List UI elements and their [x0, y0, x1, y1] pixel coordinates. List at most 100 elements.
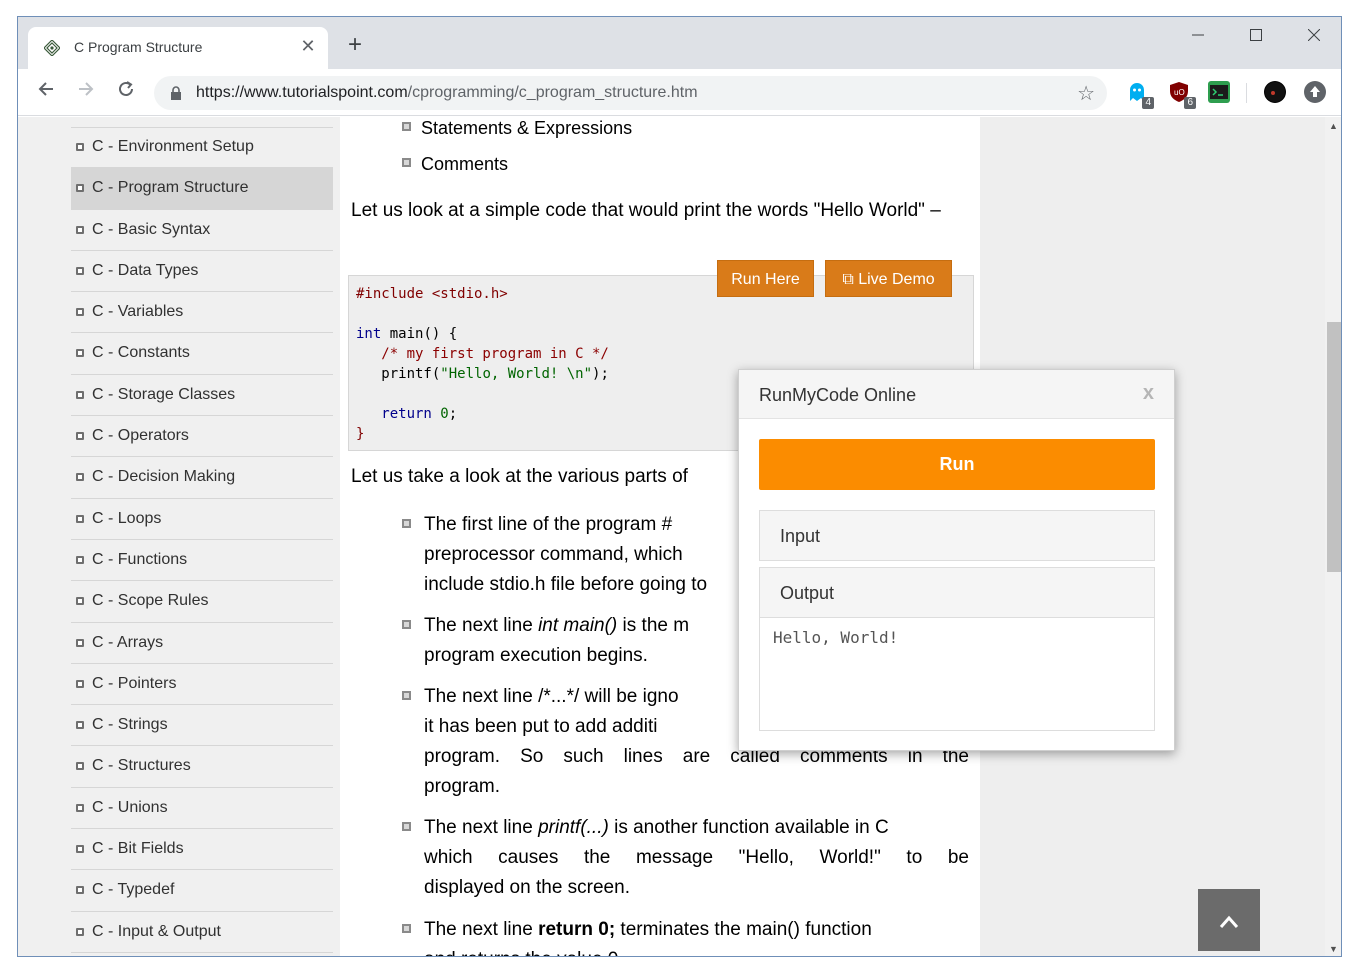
bullet-icon: [76, 927, 84, 936]
bullet-icon: [402, 158, 411, 167]
sidebar-item-arrays[interactable]: C - Arrays: [71, 623, 333, 664]
run-button[interactable]: Run: [759, 439, 1155, 490]
scroll-up-icon[interactable]: ▲: [1329, 121, 1338, 131]
close-window-button[interactable]: [1294, 25, 1334, 49]
code-token: #include: [356, 286, 432, 302]
profile-avatar[interactable]: [1264, 81, 1286, 103]
sidebar-item-label: C - Functions: [92, 550, 188, 568]
code-inline: printf(...): [538, 817, 609, 838]
code-token: }: [356, 426, 365, 442]
list-item-text: The next line int main() is the m: [424, 611, 689, 641]
runmycode-popup: RunMyCode Online x Run Input Output Hell…: [738, 369, 1175, 751]
back-button[interactable]: [34, 80, 58, 104]
sidebar-item-label: C - Typedef: [92, 881, 175, 899]
sidebar-item-label: C - Input & Output: [92, 922, 221, 940]
sidebar-item-data-types[interactable]: C - Data Types: [71, 251, 333, 293]
reload-button[interactable]: [114, 80, 138, 104]
code-token: "Hello, World! \n": [440, 366, 593, 382]
sidebar-item-loops[interactable]: C - Loops: [71, 499, 333, 540]
svg-text:uO: uO: [1174, 88, 1185, 97]
text-run: The next line: [424, 817, 539, 838]
terminal-extension-icon[interactable]: [1208, 81, 1230, 103]
url-domain: https://www.tutorialspoint.com: [196, 84, 408, 101]
sidebar-item-functions[interactable]: C - Functions: [71, 540, 333, 582]
bullet-icon: [402, 519, 411, 528]
reload-icon: [119, 81, 133, 96]
url-path: /cprogramming/c_program_structure.htm: [407, 84, 698, 101]
run-here-button[interactable]: Run Here: [717, 260, 814, 297]
sidebar-item-label: C - Scope Rules: [92, 592, 209, 610]
sidebar-item-input-output[interactable]: C - Input & Output: [71, 912, 333, 953]
minimize-icon: [1192, 34, 1204, 36]
sidebar-item-label: C - Environment Setup: [92, 138, 254, 155]
update-button[interactable]: [1304, 81, 1326, 103]
tutorialspoint-favicon-icon: [44, 40, 60, 56]
bullet-icon: [76, 762, 84, 771]
sidebar-item-variables[interactable]: C - Variables: [71, 292, 333, 334]
list-item-text: The first line of the program #: [424, 514, 673, 535]
page-scrollbar[interactable]: ▲ ▼: [1325, 117, 1341, 956]
ghostery-extension-icon[interactable]: 4: [1126, 81, 1154, 109]
sidebar-item-scope-rules[interactable]: C - Scope Rules: [71, 581, 333, 623]
sidebar-list: C - Environment Setup C - Program Struct…: [71, 127, 333, 953]
ublock-extension-icon[interactable]: uO 6: [1168, 81, 1196, 109]
bullet-icon: [76, 308, 84, 317]
sidebar-item-constants[interactable]: C - Constants: [71, 333, 333, 375]
page-viewport: C - Environment Setup C - Program Struct…: [18, 117, 1341, 956]
text-run: The next line: [424, 919, 539, 940]
list-item-text: The next line printf(...) is another fun…: [424, 813, 889, 843]
output-textarea[interactable]: Hello, World!: [759, 617, 1155, 731]
bookmark-star-icon[interactable]: ☆: [1077, 81, 1095, 106]
tab-close-icon[interactable]: ✕: [298, 36, 318, 56]
sidebar-item-typedef[interactable]: C - Typedef: [71, 870, 333, 912]
minimize-button[interactable]: [1178, 25, 1218, 49]
popup-close-button[interactable]: x: [1143, 382, 1154, 405]
bullet-icon: [402, 822, 411, 831]
sidebar-item-structures[interactable]: C - Structures: [71, 746, 333, 788]
intro-paragraph: Let us look at a simple code that would …: [351, 200, 941, 221]
back-to-top-button[interactable]: [1198, 889, 1260, 951]
list-item-text: and returns the value 0.: [424, 945, 624, 956]
sidebar-item-label: C - Bit Fields: [92, 840, 184, 858]
extension-badge: 6: [1184, 97, 1196, 109]
sidebar-item-decision-making[interactable]: C - Decision Making: [71, 457, 333, 499]
list-item-text: it has been put to add additi: [424, 716, 658, 737]
list-item-text: The next line /*...*/ will be igno: [424, 686, 679, 707]
code-token: main() {: [381, 326, 458, 342]
bullet-icon: [76, 266, 84, 275]
sidebar-item-program-structure[interactable]: C - Program Structure: [71, 168, 333, 210]
tab-active[interactable]: C Program Structure ✕: [28, 27, 328, 69]
scrollbar-thumb[interactable]: [1327, 322, 1341, 572]
live-demo-button[interactable]: ⧉ Live Demo: [825, 260, 952, 297]
sidebar-item-label: C - Decision Making: [92, 468, 236, 486]
bullet-icon: [76, 473, 84, 482]
sidebar-item-storage-classes[interactable]: C - Storage Classes: [71, 375, 333, 417]
sidebar-item-environment-setup[interactable]: C - Environment Setup: [71, 127, 333, 169]
sidebar-item-basic-syntax[interactable]: C - Basic Syntax: [71, 210, 333, 251]
sidebar-item-label: C - Structures: [92, 757, 191, 775]
scroll-down-icon[interactable]: ▼: [1329, 944, 1338, 954]
bullet-icon: [76, 597, 84, 606]
sidebar-item-bit-fields[interactable]: C - Bit Fields: [71, 829, 333, 871]
url-text: https://www.tutorialspoint.com/cprogramm…: [196, 84, 698, 102]
sidebar-item-operators[interactable]: C - Operators: [71, 416, 333, 458]
sidebar-item-unions[interactable]: C - Unions: [71, 788, 333, 830]
sidebar-item-pointers[interactable]: C - Pointers: [71, 664, 333, 706]
code-inline: int main(): [538, 615, 618, 636]
tab-title: C Program Structure: [74, 39, 203, 55]
list-item-text: preprocessor command, which: [424, 544, 683, 565]
maximize-button[interactable]: [1236, 25, 1276, 49]
new-tab-button[interactable]: +: [343, 33, 367, 58]
sidebar-item-label: C - Pointers: [92, 674, 177, 692]
sidebar-item-label: C - Unions: [92, 798, 168, 816]
input-panel-header[interactable]: Input: [759, 510, 1155, 561]
list-item-text: include stdio.h file before going to: [424, 574, 708, 595]
output-panel-header: Output: [759, 567, 1155, 618]
input-label: Input: [780, 526, 821, 546]
sidebar-item-strings[interactable]: C - Strings: [71, 705, 333, 747]
maximize-icon: [1250, 29, 1262, 41]
forward-button[interactable]: [74, 80, 98, 104]
sidebar-item-label: C - Operators: [92, 427, 189, 445]
address-bar[interactable]: https://www.tutorialspoint.com/cprogramm…: [154, 76, 1107, 110]
browser-toolbar: https://www.tutorialspoint.com/cprogramm…: [18, 69, 1341, 116]
